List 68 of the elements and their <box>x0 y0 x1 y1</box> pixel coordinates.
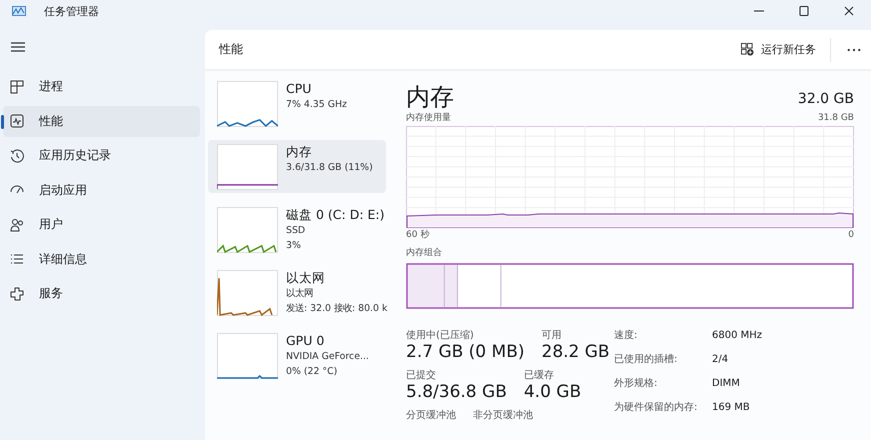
users-icon <box>10 218 24 232</box>
list-icon <box>10 252 24 266</box>
device-name: CPU <box>286 81 312 97</box>
device-item[interactable]: 以太网 以太网 发送: 32.0 接收: 80.0 k <box>208 266 386 319</box>
run-new-task-button[interactable]: 运行新任务 <box>733 38 824 61</box>
chart-label: 内存组合 <box>406 246 443 260</box>
device-detail: 3% <box>286 239 302 253</box>
stat-label: 已提交 <box>406 369 437 382</box>
stat-label: 已缓存 <box>524 369 555 382</box>
more-icon <box>847 48 861 52</box>
device-detail: NVIDIA GeForce... <box>286 350 369 364</box>
device-item[interactable]: GPU 0 NVIDIA GeForce... 0% (22 °C) <box>208 329 386 382</box>
history-icon <box>10 148 24 162</box>
sidebar-item[interactable]: 性能 <box>3 106 200 136</box>
sidebar-item[interactable]: 服务 <box>3 278 200 309</box>
stat-value: 28.2 GB <box>542 342 610 363</box>
thumbnail-frame <box>217 333 278 379</box>
stat-label: 使用中(已压缩) <box>406 329 475 342</box>
total-memory: 32.0 GB <box>798 91 854 107</box>
device-detail: 7% 4.35 GHz <box>286 98 347 112</box>
device-detail: SSD <box>286 224 306 238</box>
sidebar-item[interactable]: 详细信息 <box>3 244 200 274</box>
stat-label: 非分页缓冲池 <box>473 409 533 422</box>
device-detail: 以太网 <box>286 287 314 301</box>
section-title: 内存 <box>406 83 454 111</box>
device-name: 磁盘 0 (C: D: E:) <box>286 207 384 223</box>
thumbnail-frame <box>217 144 278 190</box>
axis-label: 0 <box>848 229 854 242</box>
spec-value: 169 MB <box>712 401 751 415</box>
device-detail: 3.6/31.8 GB (11%) <box>286 161 373 175</box>
spec-label: 外形规格: <box>614 377 658 391</box>
grid-icon <box>10 80 24 94</box>
sidebar-item[interactable]: 用户 <box>3 209 200 240</box>
stat-value: 4.0 GB <box>524 382 582 403</box>
thumbnail-frame <box>217 207 278 253</box>
stat-value: 5.8/36.8 GB <box>406 382 507 403</box>
spec-value: 6800 MHz <box>712 329 762 343</box>
stat-label: 可用 <box>542 329 562 342</box>
device-item[interactable]: CPU 7% 4.35 GHz <box>208 77 386 130</box>
spec-label: 已使用的插槽: <box>614 353 678 367</box>
stat-label: 分页缓冲池 <box>406 409 456 422</box>
device-name: 以太网 <box>286 270 326 286</box>
new-task-icon <box>741 43 754 56</box>
device-item[interactable]: 内存 3.6/31.8 GB (11%) <box>208 140 386 193</box>
axis-label: 60 秒 <box>406 228 430 242</box>
app-icon <box>12 6 26 16</box>
thumbnail-frame <box>217 81 278 127</box>
page-title: 性能 <box>219 41 243 58</box>
spec-label: 为硬件保留的内存: <box>614 401 698 415</box>
thumbnail-frame <box>217 270 278 316</box>
stat-value: 2.7 GB (0 MB) <box>406 342 524 363</box>
chart-label: 内存使用量 <box>406 112 451 125</box>
close-icon <box>844 6 854 16</box>
device-item[interactable]: 磁盘 0 (C: D: E:) SSD 3% <box>208 203 386 256</box>
spec-label: 速度: <box>614 329 638 343</box>
chart-icon <box>10 114 24 128</box>
maximize-icon <box>798 6 808 16</box>
sidebar-item[interactable]: 应用历史记录 <box>3 140 200 171</box>
chart-max: 31.8 GB <box>818 112 854 125</box>
spec-value: DIMM <box>712 377 741 391</box>
menu-icon[interactable] <box>11 42 25 52</box>
device-name: 内存 <box>286 144 313 160</box>
spec-value: 2/4 <box>712 353 730 367</box>
device-name: GPU 0 <box>286 333 326 349</box>
device-detail: 0% (22 °C) <box>286 365 338 379</box>
sidebar-item[interactable]: 进程 <box>3 71 200 102</box>
window-title: 任务管理器 <box>44 4 99 18</box>
sidebar-item[interactable]: 启动应用 <box>3 174 200 206</box>
